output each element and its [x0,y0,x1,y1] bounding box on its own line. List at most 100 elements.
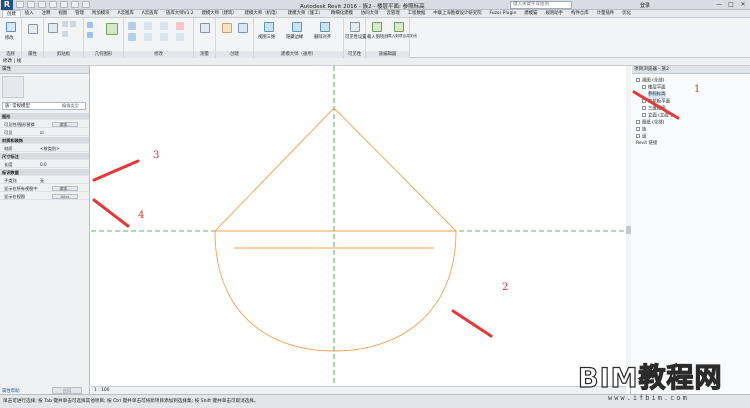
rotate-icon[interactable] [160,33,168,41]
save-icon[interactable] [27,1,35,8]
property-value[interactable]: 0.0 [40,161,47,168]
ribbon-tab[interactable]: 精细化建模 [327,10,357,17]
hide-edges-icon[interactable] [292,22,302,32]
expand-toggle-icon[interactable] [642,99,646,103]
ribbon-tab[interactable]: 建模大师（建筑） [198,10,241,17]
measure-icon[interactable] [71,1,79,8]
apply-button[interactable]: 应用 [52,387,82,394]
join-geometry-icon[interactable] [87,32,93,38]
cut-icon[interactable] [62,21,68,27]
ribbon-tab[interactable]: 附加模块 [88,10,114,17]
delete-align-icon[interactable] [320,22,330,32]
model-line-icon[interactable] [238,23,248,33]
property-edit-button[interactable]: Alles [52,194,78,199]
browser-node[interactable]: 楼层平面 [642,85,666,92]
ribbon-tab[interactable]: Fuzor Plugin [486,10,521,17]
browser-node[interactable]: 三维视图 [642,106,666,113]
ribbon-tab[interactable]: 建模大师（机电） [241,10,284,17]
hide-edges-button-label[interactable]: 隐藏边缘 [286,34,303,40]
browser-node[interactable]: 族 [636,127,646,134]
maximize-button[interactable]: □ [726,1,736,8]
property-edit-button[interactable]: 编辑... [52,186,78,191]
browser-node[interactable]: 天花板平面 [642,99,670,106]
property-category[interactable]: 材质和装饰 [0,137,89,144]
sketch-arc[interactable] [214,230,457,352]
ribbon-tab[interactable]: 插入 [21,10,38,17]
paste-icon[interactable] [48,23,58,33]
property-category[interactable]: 尺寸标注 [0,153,89,160]
vertical-scrollbar[interactable] [626,66,631,386]
offset-icon[interactable] [144,22,152,30]
property-value[interactable]: <按类别> [40,145,60,152]
ribbon-tab[interactable]: 云管理 [382,10,403,17]
load-into-project-button-label[interactable]: 载入到项目 [367,34,388,40]
ribbon-tab[interactable]: 视图 [54,10,71,17]
ribbon-tab[interactable]: 构件仓库 [567,10,593,17]
property-value[interactable]: ☑ [40,129,44,136]
browser-node[interactable]: 立面 (立面 1) [642,113,675,120]
browser-node[interactable]: 视图 (全部) [636,78,664,85]
ribbon-tab[interactable]: 建模猫 [520,10,541,17]
align-icon[interactable] [128,22,136,30]
browser-node[interactable]: 参照标高 [648,92,666,98]
browser-node[interactable]: 图纸 (全部) [636,120,664,127]
load-into-project-icon[interactable] [372,22,382,32]
3d-view-icon[interactable] [82,1,90,8]
drawing-area[interactable] [91,66,631,394]
expand-toggle-icon[interactable] [636,127,640,131]
property-edit-button[interactable]: 编辑... [52,122,78,127]
expand-toggle-icon[interactable] [642,106,646,110]
load-and-close-icon[interactable] [394,22,404,32]
expand-toggle-icon[interactable] [636,78,640,82]
property-value[interactable]: 无 [40,177,44,184]
void-icon[interactable] [106,23,118,35]
close-button[interactable]: ✕ [738,1,748,8]
properties-icon[interactable] [28,24,38,34]
scrollbar-thumb[interactable] [626,226,631,234]
expand-toggle-icon[interactable] [636,120,640,124]
revit-logo-icon[interactable]: R [1,0,13,10]
view-3d-button-label[interactable]: 视图三维 [258,34,275,40]
print-icon[interactable] [60,1,68,8]
expand-toggle-icon[interactable] [642,85,646,89]
browser-node[interactable]: 组 [636,134,646,141]
visibility-icon[interactable] [350,22,360,32]
ribbon-tab[interactable]: 协同大师 [357,10,383,17]
search-input[interactable]: 键入关键字或短语 [510,1,572,9]
ribbon-tab[interactable]: 注释 [38,10,55,17]
ribbon-tab[interactable]: A云族库 [138,10,162,17]
edit-type-button[interactable]: 编辑类型 [62,102,79,110]
delete-icon[interactable] [176,22,184,30]
ribbon-tab[interactable]: 计量插件 [593,10,619,17]
expand-toggle-icon[interactable] [642,113,646,117]
ribbon-tab[interactable]: 优化 [618,10,635,17]
modify-button-label[interactable]: 修改 [5,35,14,41]
move-icon[interactable] [128,33,136,41]
property-category[interactable]: 图形 [0,113,89,120]
component-icon[interactable] [222,23,232,33]
measure-tool-icon[interactable] [200,23,210,33]
browser-node[interactable]: Revit 链接 [636,141,657,147]
property-category[interactable]: 标识数据 [0,169,89,176]
delete-align-button-label[interactable]: 删除对齐 [314,34,331,40]
sign-in-link[interactable]: 登录 [640,2,650,9]
view-control-bar[interactable]: 1 : 100 [91,386,626,394]
ribbon-tab[interactable]: 建模大师（施工） [284,10,327,17]
ribbon-tab[interactable]: 规则助手 [541,10,567,17]
match-icon[interactable] [62,31,68,37]
ribbon-tab[interactable]: 管理 [71,10,88,17]
sketch-triangle[interactable] [213,107,458,232]
minimize-button[interactable]: — [714,1,724,8]
ribbon-tab[interactable]: 族库大师V3.2 [162,10,198,17]
view-3d-icon[interactable] [264,22,274,32]
array-icon[interactable] [176,33,184,41]
copy-icon[interactable] [70,21,76,27]
ribbon-tab[interactable]: A云图库 [114,10,138,17]
ribbon-tab[interactable]: 创建 [2,10,21,17]
cut-geometry-icon[interactable] [87,22,93,28]
ribbon-tab[interactable]: 中联上海勘察设计研究院 [429,10,485,17]
load-and-close-button-label[interactable]: 载入到项目并关闭 [388,34,417,39]
copy-element-icon[interactable] [144,33,152,41]
redo-icon[interactable] [49,1,57,8]
visibility-button-label[interactable]: 可见性设置 [345,34,366,40]
